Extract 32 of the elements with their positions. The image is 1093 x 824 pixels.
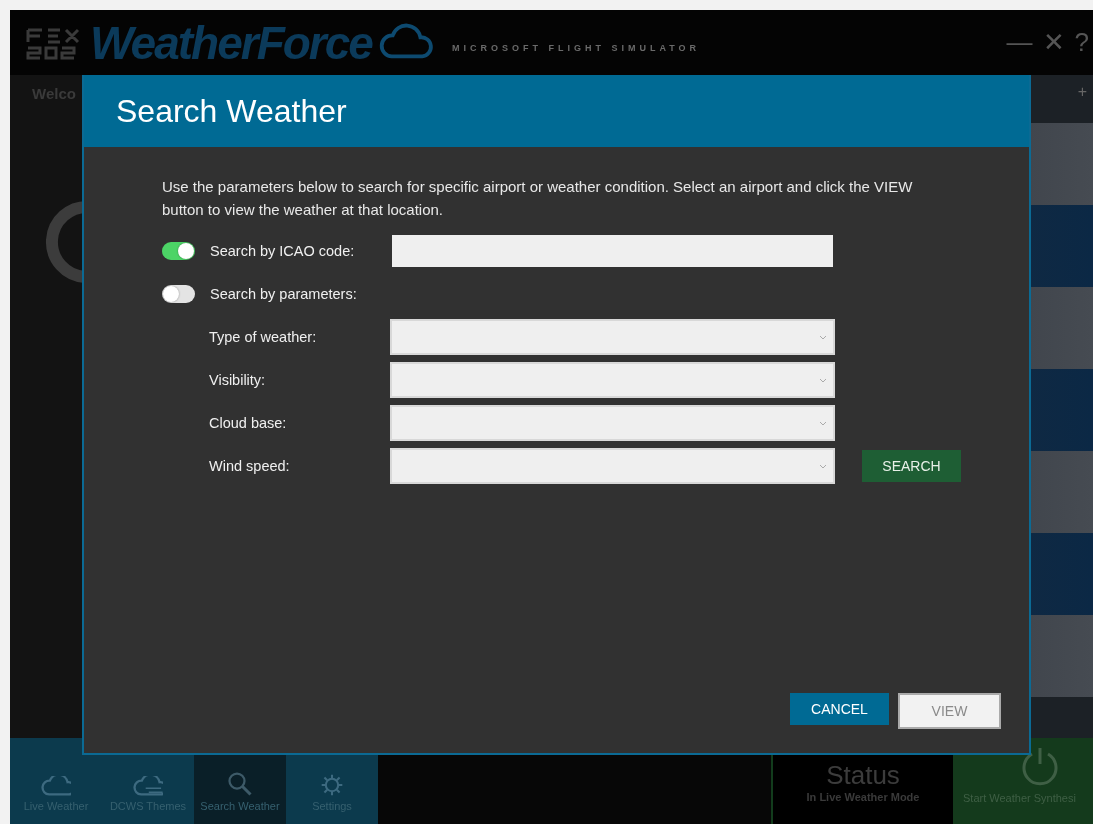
dialog-title: Search Weather (116, 92, 347, 130)
field-label: Visibility: (208, 372, 267, 388)
field-label: Cloud base: (208, 415, 288, 431)
dropdown-field[interactable] (390, 405, 835, 441)
dropdown-field[interactable] (390, 319, 835, 355)
toggle-switch[interactable] (162, 242, 195, 260)
search-icon (226, 771, 254, 796)
dropdown-field[interactable] (390, 362, 835, 398)
field-label: Type of weather: (208, 329, 318, 345)
app-subtitle: MICROSOFT FLIGHT SIMULATOR (451, 42, 701, 53)
window-control[interactable]: — (1002, 27, 1037, 58)
toggle-label: Search by ICAO code: (210, 243, 355, 259)
chevron-down-icon (819, 420, 827, 426)
window-control[interactable]: ? (1070, 27, 1093, 58)
cloud-wind-icon (133, 775, 163, 796)
toggle-switch[interactable] (162, 285, 195, 303)
toggle-label: Search by parameters: (210, 286, 357, 302)
search-button[interactable]: SEARCH (862, 450, 961, 482)
add-button[interactable]: + (1077, 83, 1087, 101)
status-title: Status (826, 759, 900, 791)
status-text: In Live Weather Mode (806, 790, 920, 803)
cancel-button[interactable]: CANCEL (790, 693, 889, 725)
icao-input-field[interactable] (392, 235, 833, 267)
gear-icon (321, 773, 343, 796)
app-logo-title: WeatherForce (90, 15, 372, 70)
intro-text: Use the parameters below to search for specific airport or weather condition. Select an airport and click the VIEW button to view the weather at that location. (162, 177, 914, 220)
window-control[interactable]: ✕ (1038, 27, 1069, 58)
chevron-down-icon (819, 463, 827, 469)
chevron-down-icon (819, 334, 827, 340)
dropdown-field[interactable] (390, 448, 835, 484)
chevron-down-icon (819, 377, 827, 383)
field-label: Wind speed: (208, 458, 291, 474)
